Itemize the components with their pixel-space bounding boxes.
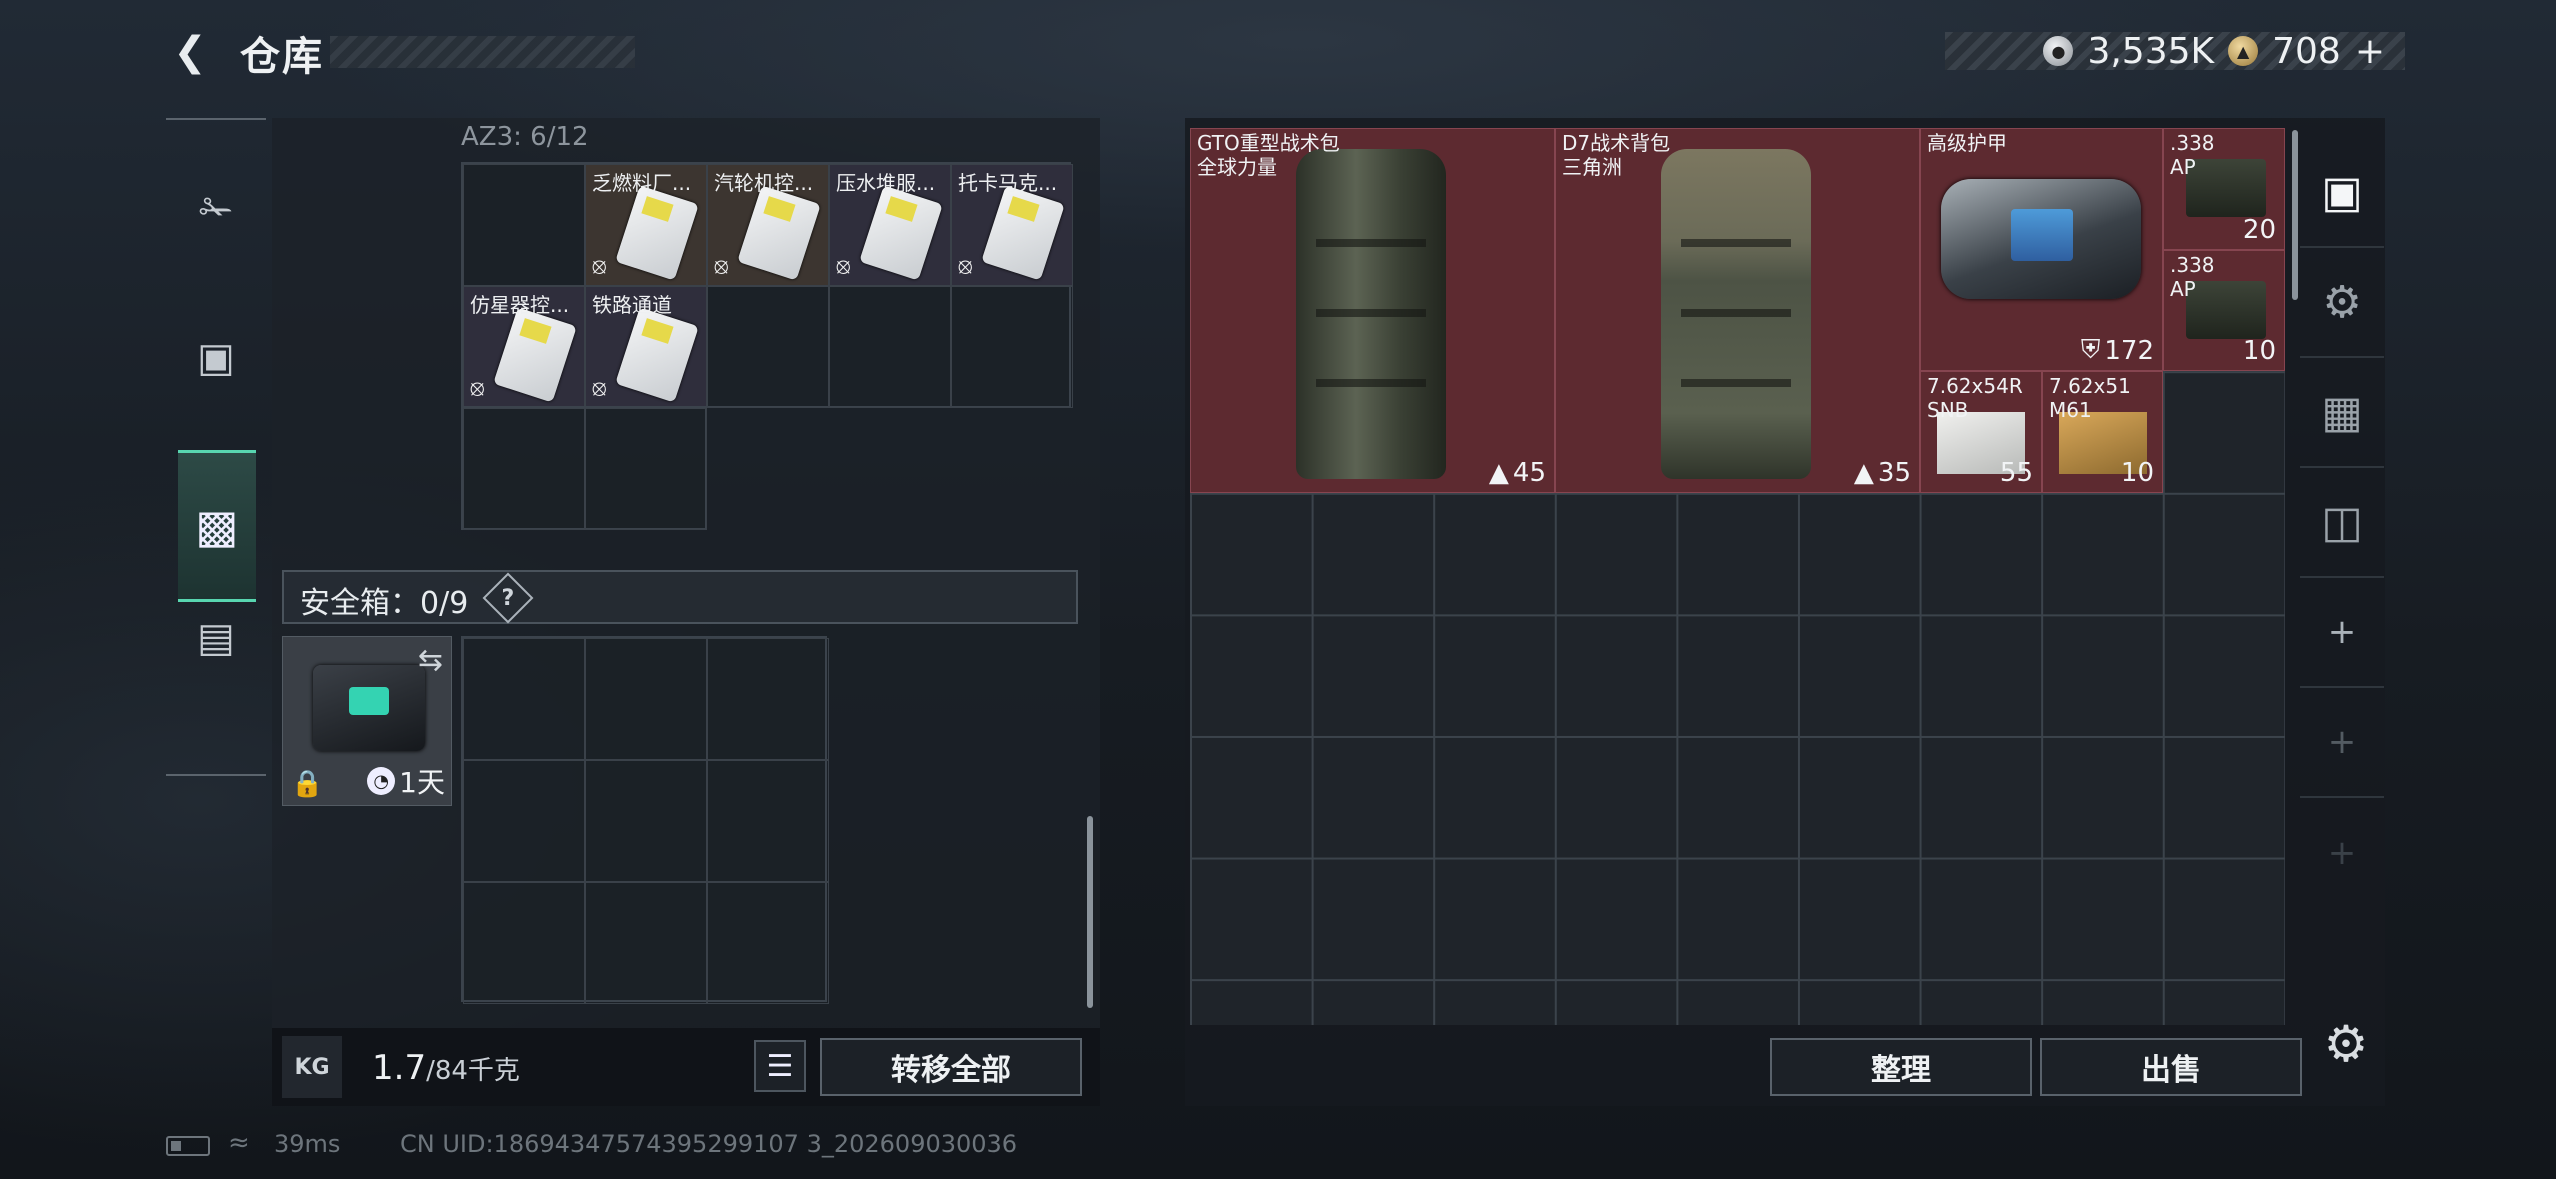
capacity-icon: ▲ <box>1488 458 1509 488</box>
briefcase-icon[interactable]: ▤ <box>166 588 266 688</box>
backpack-image <box>1661 149 1811 479</box>
safebox-item[interactable]: ⇆ 🔒 ◔ 1天 <box>282 636 452 806</box>
stash-tab-sidebar: ▣ ⚙ ▦ ◫ + + + <box>2300 128 2384 908</box>
container-label: AZ3: 6/12 <box>461 122 589 152</box>
keycard-item[interactable]: 汽轮机控... ⦻ <box>708 165 828 285</box>
silver-coin-icon: ● <box>2043 36 2074 66</box>
silver-value: 3,535K <box>2087 30 2215 72</box>
stash-item-ammo-762x51[interactable]: 7.62x51 M61 10 <box>2042 371 2163 493</box>
capacity-icon: ▲ <box>1853 458 1874 488</box>
back-arrow-icon[interactable]: ❮ <box>165 28 215 76</box>
lock-icon: 🔒 <box>291 769 324 799</box>
keycard-item[interactable]: 托卡马克... ⦻ <box>952 165 1072 285</box>
stash-item-ammo-338[interactable]: .338 AP 10 <box>2163 250 2285 371</box>
keycard-image <box>737 185 821 281</box>
swap-icon[interactable]: ⇆ <box>418 643 443 678</box>
stash-item-gto-backpack[interactable]: GTO重型战术包 全球力量 ▲ 45 <box>1190 128 1555 493</box>
container-grid: 乏燃料厂... ⦻ 汽轮机控... ⦻ 压水堆服... ⦻ 托卡马克... ⦻ … <box>461 162 1073 408</box>
armor-image <box>1941 179 2141 299</box>
transfer-all-button[interactable]: 转移全部 <box>820 1038 1082 1096</box>
battery-icon <box>166 1136 210 1156</box>
no-drop-icon: ⦻ <box>592 254 607 279</box>
keycard-image <box>859 185 943 281</box>
weapon-rack-icon[interactable]: ⚙ <box>2300 248 2384 358</box>
title-stripe <box>330 36 635 68</box>
safebox-label: 安全箱：0/9 <box>300 586 469 621</box>
stash-grid: GTO重型战术包 全球力量 ▲ 45 D7战术背包 三角洲 ▲ 35 高级护甲 ⛨ 172… <box>1190 128 2285 1025</box>
keycard-image <box>615 185 699 281</box>
currency-bar: ● 3,535K ▲ 708 + <box>1945 30 2405 72</box>
plus-icon-dimmer[interactable]: + <box>2300 798 2384 908</box>
gold-value: 708 <box>2272 30 2341 72</box>
keycard-image <box>615 307 699 403</box>
plus-icon[interactable]: + <box>2300 578 2384 688</box>
backpack-image <box>1296 149 1446 479</box>
safebox-grid <box>461 636 829 1004</box>
plus-icon-dim[interactable]: + <box>2300 688 2384 798</box>
gear-icon[interactable]: ⚙ <box>2318 1015 2374 1073</box>
no-drop-icon: ⦻ <box>592 376 607 401</box>
list-view-button[interactable]: ☰ <box>754 1040 806 1092</box>
stash-item-armor[interactable]: 高级护甲 ⛨ 172 <box>1920 128 2163 371</box>
keycard-image <box>981 185 1065 281</box>
keycard-item[interactable]: 乏燃料厂... ⦻ <box>586 165 706 285</box>
keycard-item[interactable]: 仿星器控... ⦻ <box>464 287 584 407</box>
uid-text: CN UID:18694347574395299107 3_2026090300… <box>400 1130 1018 1158</box>
no-drop-icon: ⦻ <box>958 254 973 279</box>
weight-icon: KG <box>282 1036 342 1098</box>
durability-icon: ⛨ <box>2080 335 2101 365</box>
vault-icon[interactable]: ▣ <box>2300 138 2384 248</box>
pistol-icon[interactable]: ✁ <box>166 160 266 260</box>
stash-scrollbar[interactable] <box>2292 130 2298 300</box>
stash-item-d7-backpack[interactable]: D7战术背包 三角洲 ▲ 35 <box>1555 128 1920 493</box>
weight-readout: 1.7/84千克 <box>372 1048 520 1088</box>
keycard-item[interactable]: 铁路通道 ⦻ <box>586 287 706 407</box>
clock-icon: ◔ <box>367 767 396 795</box>
add-gold-button[interactable]: + <box>2355 31 2385 72</box>
sort-button[interactable]: 整理 <box>1770 1038 2032 1096</box>
left-scrollbar[interactable] <box>1087 816 1093 1008</box>
container-grid-extra-row <box>461 406 707 530</box>
keycard-image <box>493 307 577 403</box>
armor-rack-icon[interactable]: ▦ <box>2300 358 2384 468</box>
chest-rig-icon[interactable]: ▣ <box>166 308 266 408</box>
no-drop-icon: ⦻ <box>714 254 729 279</box>
safebox-image <box>313 665 425 751</box>
stash-item-ammo-338[interactable]: .338 AP 20 <box>2163 128 2285 250</box>
no-drop-icon: ⦻ <box>470 376 485 401</box>
backpack-icon[interactable]: ▩ <box>178 450 256 602</box>
gun-display-icon[interactable]: ◫ <box>2300 468 2384 578</box>
wifi-icon: ≈ <box>228 1128 250 1158</box>
no-drop-icon: ⦻ <box>836 254 851 279</box>
sell-button[interactable]: 出售 <box>2040 1038 2302 1096</box>
stash-item-ammo-762x54r[interactable]: 7.62x54R SNB 55 <box>1920 371 2042 493</box>
page-title: 仓库 <box>240 34 324 80</box>
gold-coin-icon: ▲ <box>2228 36 2259 66</box>
category-sidebar: ✁ ▣ ▤ <box>166 118 266 776</box>
safebox-timer: ◔ 1天 <box>367 761 445 801</box>
keycard-item[interactable]: 压水堆服... ⦻ <box>830 165 950 285</box>
ping-readout: 39ms <box>274 1130 341 1158</box>
